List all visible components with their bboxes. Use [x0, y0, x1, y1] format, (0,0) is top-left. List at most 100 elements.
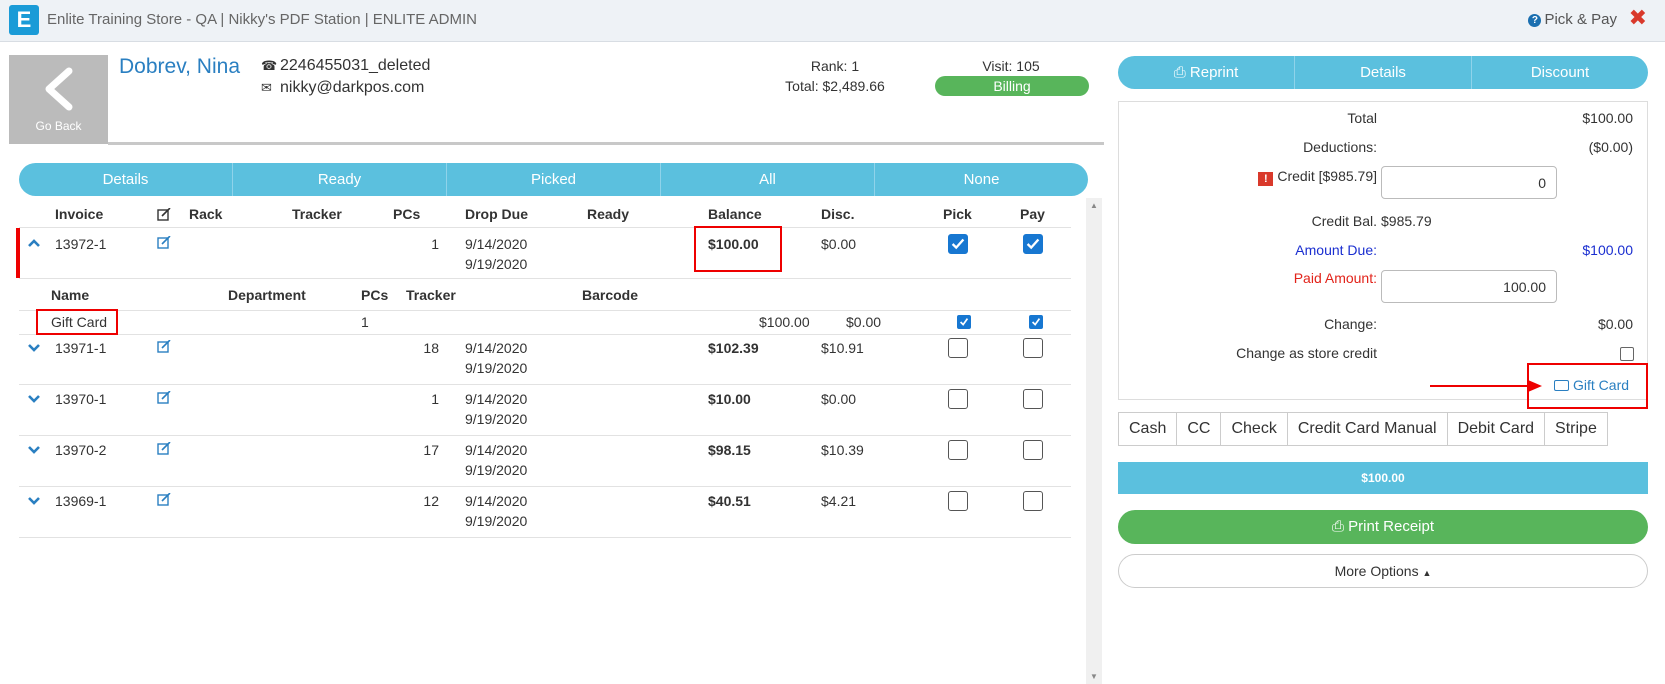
paid-amount-input[interactable]: 100.00: [1381, 270, 1557, 303]
chevron-down-icon[interactable]: [27, 394, 41, 404]
scroll-up-icon[interactable]: ▲: [1090, 201, 1098, 210]
method-stripe[interactable]: Stripe: [1544, 412, 1608, 446]
table-row-invoice[interactable]: 13971-1: [55, 340, 106, 356]
more-options-button[interactable]: More Options ▲: [1118, 554, 1648, 588]
pay-checkbox[interactable]: [1023, 440, 1043, 460]
scroll-down-icon[interactable]: ▼: [1090, 672, 1098, 681]
phone-icon: ☎: [261, 58, 278, 73]
edit-icon[interactable]: [157, 493, 171, 506]
table-row-pcs: 17: [423, 442, 439, 458]
credit-bal-label: Credit Bal.: [1311, 213, 1377, 229]
amount-due-label: Amount Due:: [1295, 242, 1377, 258]
discount-button[interactable]: Discount: [1472, 56, 1648, 89]
table-row-pcs: 18: [423, 340, 439, 356]
pay-checkbox[interactable]: [1023, 338, 1043, 358]
table-row-invoice[interactable]: 13970-2: [55, 442, 106, 458]
highlight-box: [1527, 363, 1648, 409]
store-credit-label: Change as store credit: [1236, 345, 1377, 361]
method-credit-card-manual[interactable]: Credit Card Manual: [1286, 412, 1447, 446]
pick-checkbox[interactable]: [948, 440, 968, 460]
detail-col-pcs: PCs: [361, 287, 389, 303]
edit-icon[interactable]: [157, 236, 171, 249]
customer-visit: Visit: 105: [982, 58, 1040, 74]
edit-icon[interactable]: [157, 391, 171, 404]
table-row-disc: $4.21: [821, 493, 857, 509]
edit-icon[interactable]: [157, 442, 171, 455]
store-credit-checkbox[interactable]: [1620, 347, 1634, 361]
customer-name[interactable]: Dobrev, Nina: [119, 55, 240, 79]
method-debit-card[interactable]: Debit Card: [1446, 412, 1545, 446]
col-invoice: Invoice: [55, 206, 104, 222]
caret-up-icon: ▲: [1422, 568, 1432, 578]
payment-methods: Cash CC Check Credit Card Manual Debit C…: [1118, 412, 1608, 446]
detail-pick-checkbox[interactable]: [957, 315, 971, 329]
print-receipt-label: Print Receipt: [1348, 518, 1435, 535]
col-balance: Balance: [708, 206, 762, 222]
filter-picked[interactable]: Picked: [447, 163, 661, 196]
total-value: $100.00: [1582, 110, 1633, 126]
help-icon: ?: [1528, 14, 1542, 27]
method-cc[interactable]: CC: [1176, 412, 1221, 446]
table-row-drop: 9/14/2020: [465, 442, 528, 458]
table-row-due: 9/19/2020: [465, 360, 528, 376]
amount-bar[interactable]: $100.00: [1118, 462, 1648, 494]
edit-icon[interactable]: [157, 340, 171, 353]
go-back-button[interactable]: Go Back: [9, 55, 108, 144]
total-label: Total: [1347, 110, 1377, 126]
filter-all[interactable]: All: [661, 163, 875, 196]
pick-checkbox[interactable]: [948, 491, 968, 511]
table-row-drop: 9/14/2020: [465, 391, 528, 407]
print-receipt-button[interactable]: ⎙ Print Receipt: [1118, 510, 1648, 544]
table-row-invoice[interactable]: 13972-1: [55, 236, 106, 252]
table-row-invoice[interactable]: 13970-1: [55, 391, 106, 407]
scrollbar[interactable]: ▲ ▼: [1086, 198, 1102, 684]
printer-icon: ⎙: [1173, 64, 1190, 81]
detail-col-name: Name: [51, 287, 90, 303]
table-row-balance: $102.39: [708, 340, 759, 356]
table-row-due: 9/19/2020: [465, 513, 528, 529]
customer-rank: Rank: 1: [810, 58, 860, 74]
pick-checkbox[interactable]: [948, 234, 968, 254]
table-row-invoice[interactable]: 13969-1: [55, 493, 106, 509]
printer-icon: ⎙: [1331, 518, 1349, 535]
filter-none[interactable]: None: [875, 163, 1088, 196]
title-bar: E Enlite Training Store - QA | Nikky's P…: [0, 0, 1665, 42]
payment-actions: ⎙ Reprint Details Discount: [1118, 56, 1648, 89]
pay-checkbox[interactable]: [1023, 491, 1043, 511]
invoice-table: Invoice Rack Tracker PCs Drop Due Ready …: [16, 198, 1071, 684]
chevron-down-icon[interactable]: [27, 445, 41, 455]
detail-col-department: Department: [228, 287, 306, 303]
chevron-down-icon[interactable]: [27, 496, 41, 506]
customer-total: Total: $2,489.66: [785, 78, 885, 94]
selected-row-marker: [16, 228, 20, 278]
reprint-button[interactable]: ⎙ Reprint: [1118, 56, 1295, 89]
table-row-drop: 9/14/2020: [465, 236, 528, 252]
table-row-drop: 9/14/2020: [465, 493, 528, 509]
pick-checkbox[interactable]: [948, 338, 968, 358]
detail-row-amount: $100.00: [759, 314, 810, 330]
chevron-up-icon[interactable]: [27, 238, 41, 248]
filter-ready[interactable]: Ready: [233, 163, 447, 196]
credit-input[interactable]: 0: [1381, 166, 1557, 199]
divider: [19, 334, 1071, 335]
status-badge: Billing: [935, 76, 1089, 96]
pick-pay-help[interactable]: ? Pick & Pay: [1528, 11, 1617, 28]
change-value: $0.00: [1597, 316, 1633, 332]
details-button[interactable]: Details: [1295, 56, 1472, 89]
app-logo-icon: E: [9, 5, 39, 35]
close-icon[interactable]: ✖: [1629, 5, 1647, 31]
chevron-down-icon[interactable]: [27, 343, 41, 353]
detail-pay-checkbox[interactable]: [1029, 315, 1043, 329]
pay-checkbox[interactable]: [1023, 234, 1043, 254]
pay-checkbox[interactable]: [1023, 389, 1043, 409]
method-check[interactable]: Check: [1220, 412, 1287, 446]
pick-checkbox[interactable]: [948, 389, 968, 409]
divider: [19, 384, 1071, 385]
col-drop-due: Drop Due: [465, 206, 528, 222]
highlight-box: [36, 309, 118, 335]
method-cash[interactable]: Cash: [1118, 412, 1177, 446]
deductions-value: ($0.00): [1588, 139, 1633, 155]
col-pick: Pick: [943, 206, 972, 222]
col-ready: Ready: [587, 206, 630, 222]
filter-details[interactable]: Details: [19, 163, 233, 196]
